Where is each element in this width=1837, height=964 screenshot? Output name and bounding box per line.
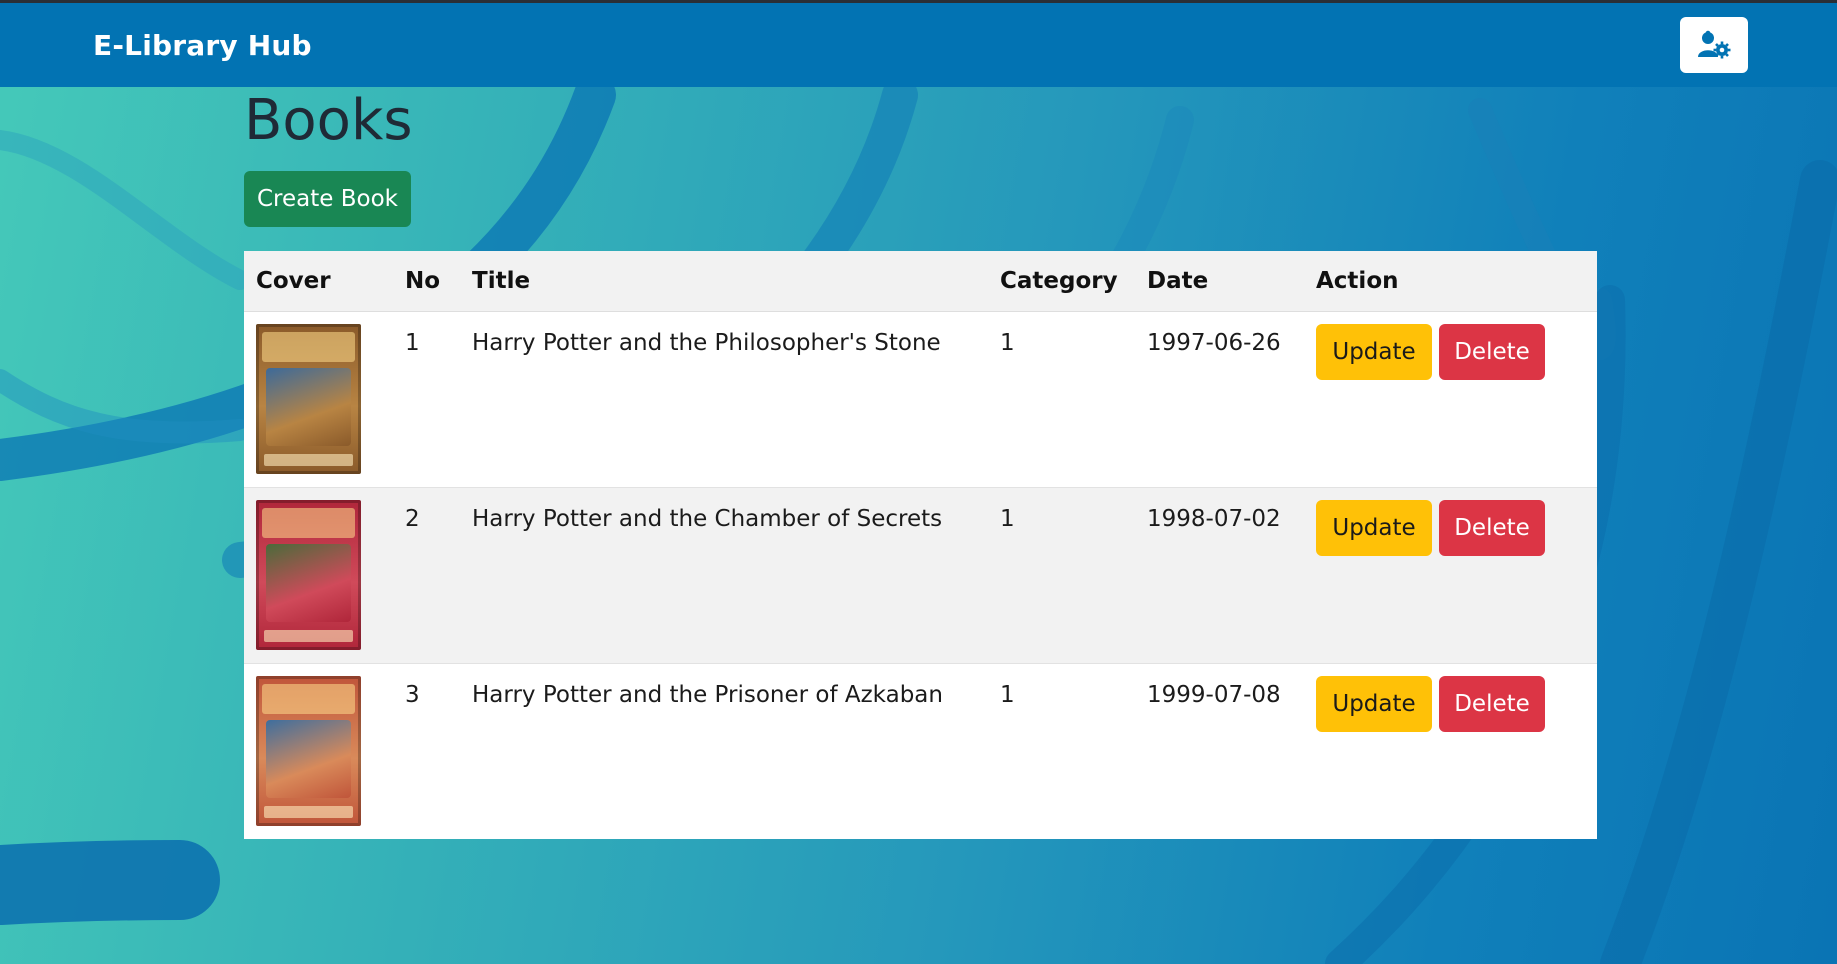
create-book-button[interactable]: Create Book <box>244 171 411 227</box>
title-cell: Harry Potter and the Chamber of Secrets <box>460 487 988 664</box>
column-header-date: Date <box>1135 251 1304 312</box>
category-cell: 1 <box>988 487 1135 664</box>
cover-cell <box>244 311 393 488</box>
column-header-cover: Cover <box>244 251 393 312</box>
user-settings-button[interactable] <box>1680 17 1748 73</box>
cover-cell <box>244 664 393 840</box>
brand-logo-text[interactable]: E-Library Hub <box>93 29 312 62</box>
column-header-category: Category <box>988 251 1135 312</box>
action-cell: Update Delete <box>1304 311 1597 488</box>
delete-button[interactable]: Delete <box>1439 500 1545 556</box>
book-cover-image <box>256 500 361 650</box>
column-header-action: Action <box>1304 251 1597 312</box>
delete-button[interactable]: Delete <box>1439 324 1545 380</box>
book-date: 1999-07-08 <box>1147 682 1281 708</box>
category-cell: 1 <box>988 311 1135 488</box>
date-cell: 1998-07-02 <box>1135 487 1304 664</box>
book-cover-image <box>256 676 361 826</box>
date-cell: 1997-06-26 <box>1135 311 1304 488</box>
top-navbar: E-Library Hub <box>0 0 1837 87</box>
book-title: Harry Potter and the Chamber of Secrets <box>472 506 943 532</box>
table-row: 3 Harry Potter and the Prisoner of Azkab… <box>244 664 1597 840</box>
cover-cell <box>244 487 393 664</box>
title-cell: Harry Potter and the Philosopher's Stone <box>460 311 988 488</box>
book-date: 1997-06-26 <box>1147 330 1281 356</box>
number-cell: 1 <box>393 311 460 488</box>
book-title: Harry Potter and the Prisoner of Azkaban <box>472 682 943 708</box>
date-cell: 1999-07-08 <box>1135 664 1304 840</box>
book-category: 1 <box>1000 682 1015 708</box>
book-number: 2 <box>405 506 420 532</box>
update-button[interactable]: Update <box>1316 324 1432 380</box>
table-row: 1 Harry Potter and the Philosopher's Sto… <box>244 311 1597 488</box>
book-number: 1 <box>405 330 420 356</box>
users-gear-icon <box>1698 30 1731 59</box>
action-cell: Update Delete <box>1304 664 1597 840</box>
update-button[interactable]: Update <box>1316 676 1432 732</box>
book-number: 3 <box>405 682 420 708</box>
number-cell: 2 <box>393 487 460 664</box>
number-cell: 3 <box>393 664 460 840</box>
page-title: Books <box>244 88 413 153</box>
table-header-row: Cover No Title Category Date Action <box>244 251 1597 312</box>
action-cell: Update Delete <box>1304 487 1597 664</box>
column-header-no: No <box>393 251 460 312</box>
book-category: 1 <box>1000 330 1015 356</box>
book-cover-image <box>256 324 361 474</box>
category-cell: 1 <box>988 664 1135 840</box>
table-row: 2 Harry Potter and the Chamber of Secret… <box>244 487 1597 664</box>
delete-button[interactable]: Delete <box>1439 676 1545 732</box>
update-button[interactable]: Update <box>1316 500 1432 556</box>
book-title: Harry Potter and the Philosopher's Stone <box>472 330 941 356</box>
book-date: 1998-07-02 <box>1147 506 1281 532</box>
books-table: Cover No Title Category Date Action 1 Ha… <box>244 251 1597 839</box>
book-category: 1 <box>1000 506 1015 532</box>
title-cell: Harry Potter and the Prisoner of Azkaban <box>460 664 988 840</box>
column-header-title: Title <box>460 251 988 312</box>
